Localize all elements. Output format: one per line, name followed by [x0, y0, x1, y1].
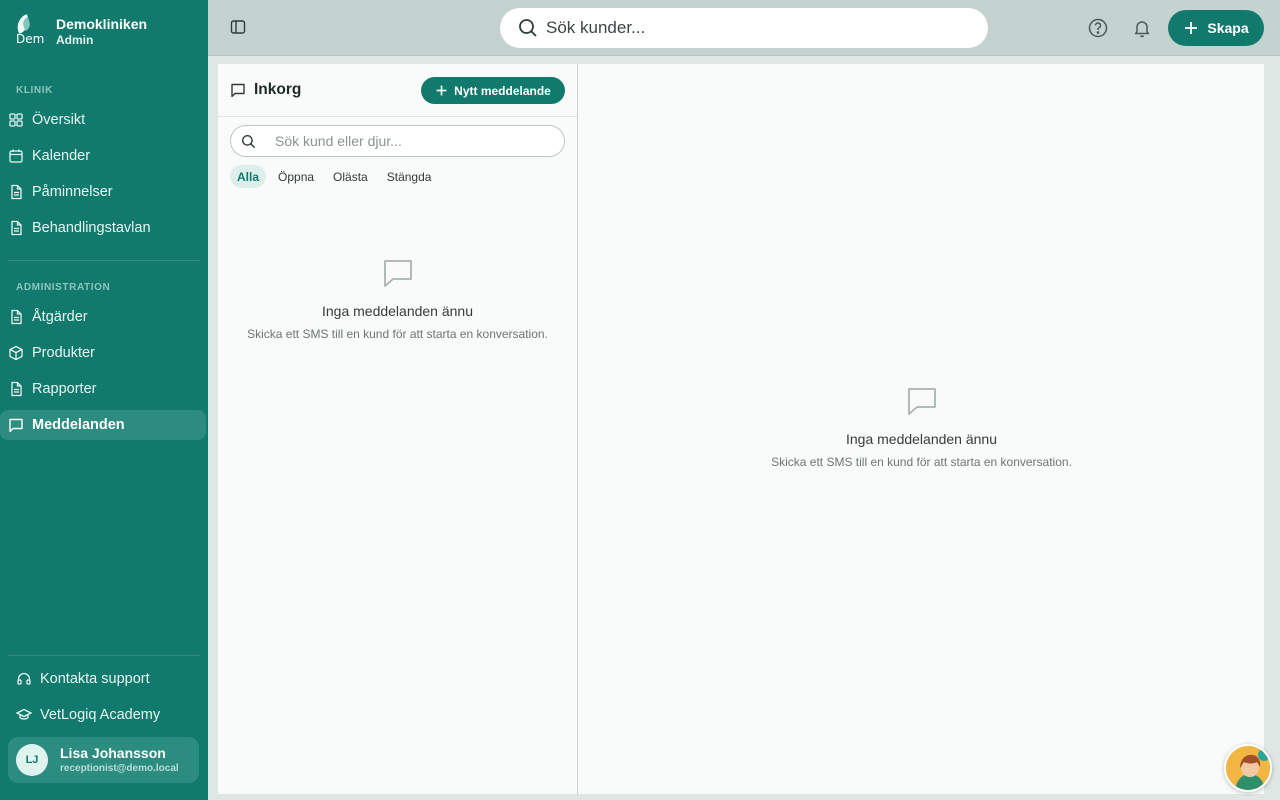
sidebar-item-label: Meddelanden — [32, 417, 125, 433]
sidebar-item-behandlingstavlan[interactable]: Behandlingstavlan — [0, 213, 206, 243]
academy-label: VetLogiq Academy — [40, 707, 161, 723]
inbox-search[interactable] — [230, 125, 565, 157]
inbox-search-input[interactable] — [275, 133, 555, 149]
graduation-cap-icon — [16, 708, 32, 720]
filter-all[interactable]: Alla — [230, 165, 267, 188]
chat-icon — [383, 260, 412, 287]
sidebar-item-label: Översikt — [32, 112, 86, 128]
inbox-header: Inkorg Nytt meddelande — [218, 64, 577, 117]
assistant-avatar-button[interactable] — [1224, 744, 1272, 792]
user-menu[interactable]: LJ Lisa Johansson receptionist@demo.loca… — [8, 737, 199, 783]
search-icon — [519, 19, 537, 37]
brand[interactable]: Dem Demokliniken Admin — [14, 14, 147, 48]
bell-icon — [1134, 21, 1150, 38]
grid-icon — [9, 113, 23, 127]
sidebar-item-paminnelser[interactable]: Påminnelser — [0, 177, 206, 207]
create-button[interactable]: Skapa — [1168, 10, 1264, 46]
sidebar-item-oversikt[interactable]: Översikt — [0, 105, 206, 135]
sidebar-item-meddelanden[interactable]: Meddelanden — [0, 410, 206, 440]
new-message-label: Nytt meddelande — [454, 83, 551, 98]
sidebar-item-label: Behandlingstavlan — [32, 220, 151, 236]
sidebar-item-rapporter[interactable]: Rapporter — [0, 374, 206, 404]
clinic-logo: Dem — [14, 14, 46, 48]
plus-icon — [436, 85, 447, 96]
filter-tabs: Alla Öppna Olästa Stängda — [230, 165, 443, 188]
empty-subtitle: Skicka ett SMS till en kund för att star… — [771, 455, 1072, 469]
user-role: Admin — [56, 32, 94, 47]
sidebar-item-kalender[interactable]: Kalender — [0, 141, 206, 171]
inbox-pane: Inkorg Nytt meddelande Alla Öppna Olästa… — [218, 64, 578, 794]
box-icon — [9, 345, 23, 361]
sidebar: Dem Demokliniken Admin KLINIK Översikt K… — [0, 0, 208, 800]
sidebar-item-label: Produkter — [32, 345, 95, 361]
messages-panel: Inkorg Nytt meddelande Alla Öppna Olästa… — [218, 64, 1264, 794]
clinic-name: Demokliniken — [56, 15, 148, 32]
headset-icon — [17, 672, 31, 685]
document-icon — [11, 309, 22, 325]
calendar-icon — [9, 149, 23, 163]
filter-closed[interactable]: Stängda — [380, 165, 439, 188]
search-icon — [241, 134, 256, 148]
assistant-avatar-icon — [1226, 746, 1270, 790]
chat-icon — [231, 83, 245, 98]
sidebar-item-atgarder[interactable]: Åtgärder — [0, 302, 206, 332]
empty-title: Inga meddelanden ännu — [845, 431, 998, 447]
new-message-button[interactable]: Nytt meddelande — [421, 77, 565, 104]
sidebar-item-label: Rapporter — [32, 381, 97, 397]
document-icon — [11, 184, 22, 200]
notifications-button[interactable] — [1131, 17, 1153, 39]
filter-unread[interactable]: Olästa — [326, 165, 375, 188]
sidebar-divider — [8, 655, 200, 656]
create-button-label: Skapa — [1207, 20, 1249, 36]
user-email: receptionist@demo.local — [60, 762, 179, 774]
conversation-empty-state: Inga meddelanden ännu Skicka ett SMS til… — [579, 384, 1264, 469]
user-name: Lisa Johansson — [60, 744, 166, 761]
section-label-clinic: KLINIK — [16, 85, 53, 96]
document-icon — [11, 381, 22, 397]
support-link[interactable]: Kontakta support — [16, 671, 150, 687]
sidebar-item-label: Påminnelser — [32, 184, 113, 200]
global-search[interactable] — [500, 8, 988, 48]
customer-search-input[interactable] — [546, 18, 946, 38]
sidebar-item-label: Kalender — [32, 148, 91, 164]
inbox-title-text: Inkorg — [254, 81, 302, 98]
chat-icon — [907, 388, 936, 415]
sidebar-item-label: Åtgärder — [32, 309, 88, 325]
empty-subtitle: Skicka ett SMS till en kund för att star… — [247, 327, 548, 341]
sidebar-toggle-button[interactable] — [228, 16, 248, 38]
topbar: Skapa — [208, 0, 1280, 56]
academy-link[interactable]: VetLogiq Academy — [16, 707, 160, 723]
support-label: Kontakta support — [40, 671, 150, 687]
sidebar-divider — [8, 260, 200, 261]
inbox-title: Inkorg — [230, 81, 301, 99]
document-icon — [11, 220, 22, 236]
sidebar-item-produkter[interactable]: Produkter — [0, 338, 206, 368]
inbox-empty-state: Inga meddelanden ännu Skicka ett SMS til… — [218, 256, 577, 341]
filter-open[interactable]: Öppna — [271, 165, 321, 188]
chat-icon — [9, 418, 23, 433]
help-button[interactable] — [1087, 17, 1109, 39]
avatar: LJ — [16, 744, 48, 776]
empty-title: Inga meddelanden ännu — [321, 303, 474, 319]
section-label-administration: ADMINISTRATION — [16, 282, 111, 293]
plus-icon — [1185, 22, 1198, 34]
sidebar-toggle-icon — [230, 20, 246, 34]
help-icon — [1088, 18, 1108, 38]
